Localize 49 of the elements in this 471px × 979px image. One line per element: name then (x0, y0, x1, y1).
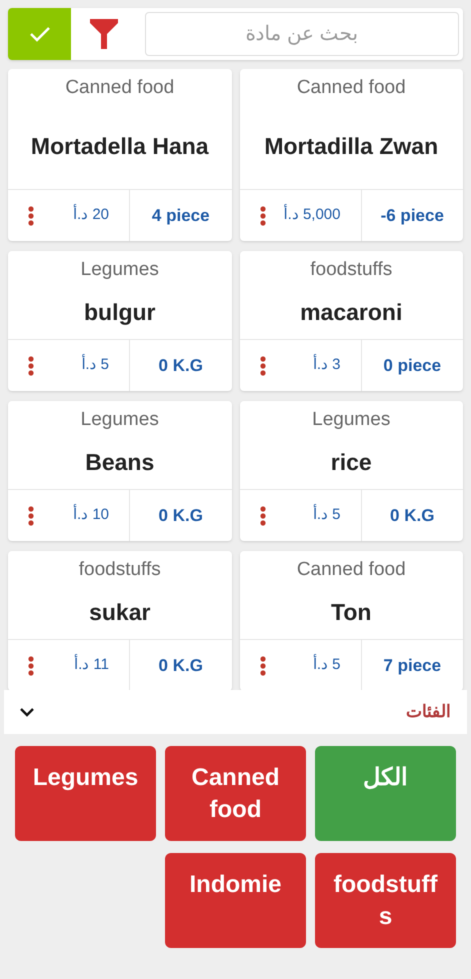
more-options-icon[interactable] (260, 506, 266, 526)
filter-icon (90, 19, 118, 49)
category-button[interactable]: Indomie (165, 853, 306, 948)
item-quantity: 0 K.G (390, 504, 434, 527)
item-name: Mortadilla Zwan (264, 132, 438, 161)
item-name: Beans (85, 448, 154, 477)
item-category: Canned food (296, 558, 406, 582)
category-button[interactable]: foodstuffs (315, 853, 456, 948)
chevron-icon[interactable] (20, 708, 34, 716)
item-quantity: -6 piece (380, 204, 444, 227)
more-options-icon[interactable] (28, 656, 34, 676)
item-name: bulgur (84, 298, 156, 327)
more-options-icon[interactable] (28, 506, 34, 526)
item-name: rice (330, 448, 372, 477)
item-price: 3 د.أ (312, 354, 340, 376)
item-category: Canned food (296, 76, 406, 100)
item-price: 10 د.أ (72, 504, 109, 526)
item-category: Legumes (80, 258, 159, 282)
item-quantity: 0 K.G (158, 504, 203, 527)
more-options-icon[interactable] (28, 206, 34, 226)
item-category: foodstuffs (78, 558, 161, 582)
item-quantity: 0 K.G (158, 354, 203, 377)
item-quantity: 7 piece (383, 654, 442, 677)
item-price: 20 د.أ (72, 204, 109, 226)
item-name: macaroni (300, 298, 402, 327)
item-price: 5,000 د.أ (284, 204, 340, 226)
item-name: Mortadella Hana (30, 132, 209, 161)
more-options-icon[interactable] (28, 356, 34, 376)
item-name: Ton (331, 598, 372, 627)
checkmark-icon (28, 26, 50, 42)
item-category: Canned food (65, 76, 174, 100)
category-button[interactable]: Legumes (15, 746, 156, 841)
item-price: 11 د.أ (74, 654, 109, 676)
item-category: Legumes (312, 408, 390, 432)
item-quantity: 0 K.G (158, 654, 203, 677)
more-options-icon[interactable] (260, 206, 266, 226)
item-price: 5 د.أ (81, 354, 109, 376)
more-options-icon[interactable] (260, 356, 266, 376)
item-price: 5 د.أ (312, 654, 340, 676)
item-quantity: 4 piece (152, 204, 210, 227)
search-field[interactable]: بحث عن مادة (145, 12, 459, 56)
categories-title: الفئات (406, 701, 451, 724)
item-price: 5 د.أ (312, 504, 340, 526)
more-options-icon[interactable] (260, 656, 266, 676)
item-name: sukar (89, 598, 150, 627)
item-category: Legumes (80, 408, 159, 432)
item-category: foodstuffs (310, 258, 392, 282)
category-button[interactable]: Canned food (165, 746, 306, 841)
item-quantity: 0 piece (383, 354, 442, 377)
